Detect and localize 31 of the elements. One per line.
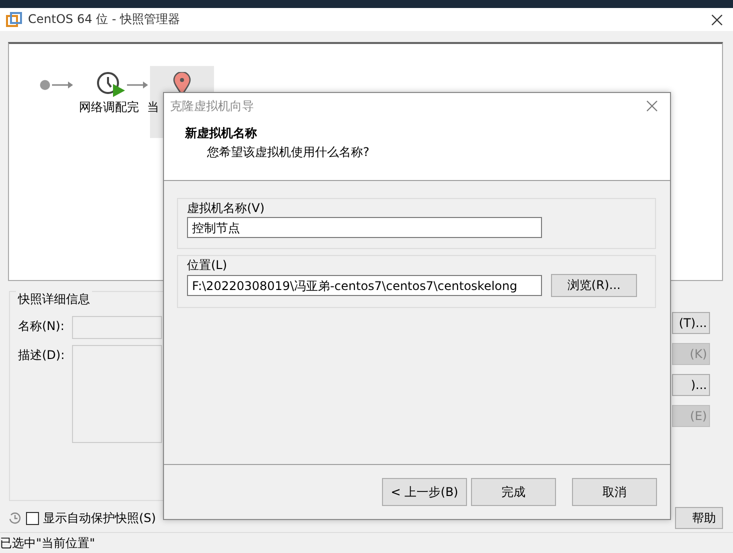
group-title: 快照详细信息 bbox=[16, 290, 92, 308]
cancel-button[interactable]: 取消 bbox=[572, 478, 657, 506]
close-icon[interactable] bbox=[711, 14, 723, 26]
step-heading: 新虚拟机名称 bbox=[185, 125, 258, 142]
app-icon bbox=[6, 12, 22, 28]
snapshot-label[interactable]: 网络调配完 bbox=[79, 100, 139, 114]
name-field[interactable] bbox=[72, 316, 162, 339]
status-bar: 已选中"当前位置" bbox=[0, 532, 733, 553]
snapshot-label[interactable]: 当 bbox=[147, 100, 159, 114]
window-title: CentOS 64 位 - 快照管理器 bbox=[28, 11, 181, 28]
location-field[interactable]: F:\20220308019\冯亚弟-centos7\centos7\centoskelong bbox=[187, 275, 542, 296]
clock-icon bbox=[8, 511, 22, 526]
description-field[interactable] bbox=[72, 344, 162, 443]
snapshot-clock-icon[interactable] bbox=[97, 72, 127, 98]
checkbox-label: 显示自动保护快照(S) bbox=[43, 510, 156, 527]
field-label: 描述(D): bbox=[18, 346, 66, 364]
finish-button[interactable]: 完成 bbox=[471, 478, 556, 506]
side-button[interactable]: (T)... bbox=[672, 312, 710, 334]
group-title: 虚拟机名称(V) bbox=[187, 201, 266, 215]
browse-button[interactable]: 浏览(R)... bbox=[551, 274, 637, 297]
side-button[interactable]: )... bbox=[672, 374, 710, 396]
help-button[interactable]: 帮助 bbox=[675, 507, 723, 530]
name-field[interactable]: 控制节点 bbox=[187, 217, 542, 238]
arrow-icon bbox=[127, 81, 149, 90]
field-label: 名称(N): bbox=[18, 318, 66, 335]
checkbox[interactable] bbox=[26, 512, 39, 525]
back-button[interactable]: < 上一步(B) bbox=[382, 478, 467, 506]
arrow-icon bbox=[52, 81, 74, 90]
step-subheading: 您希望该虚拟机使用什么名称? bbox=[207, 144, 370, 161]
group-title: 位置(L) bbox=[187, 258, 228, 272]
dialog-title: 克隆虚拟机向导 bbox=[170, 98, 254, 114]
